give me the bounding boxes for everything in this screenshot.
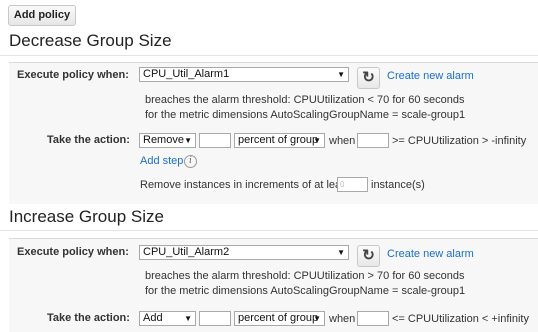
step-condition-text: <= CPUUtilization < +infinity [392, 313, 529, 325]
increment-prefix-text: Remove instances in increments of at lea… [140, 179, 350, 191]
action-type-value: Remove [143, 134, 184, 146]
alarm-select[interactable]: CPU_Util_Alarm2 ▼ [139, 245, 349, 260]
lower-bound-input[interactable] [357, 133, 389, 148]
adjustment-unit-select[interactable]: percent of group ▼ [234, 311, 325, 326]
info-icon: i [184, 155, 197, 168]
metric-dimensions-text: for the metric dimensions AutoScalingGro… [145, 285, 466, 297]
refresh-alarms-button[interactable]: ↻ [357, 245, 380, 267]
divider [0, 55, 538, 56]
chevron-down-icon: ▼ [184, 136, 192, 145]
add-step-link[interactable]: Add step [140, 155, 183, 167]
create-new-alarm-link[interactable]: Create new alarm [387, 248, 474, 260]
adjustment-input[interactable] [199, 133, 231, 148]
alarm-select-value: CPU_Util_Alarm1 [143, 68, 230, 80]
chevron-down-icon: ▼ [184, 314, 192, 323]
chevron-down-icon: ▼ [313, 136, 321, 145]
divider [0, 230, 538, 231]
action-type-select[interactable]: Remove ▼ [139, 133, 196, 148]
execute-policy-label: Execute policy when: [17, 69, 129, 81]
adjustment-unit-value: percent of group [238, 134, 319, 146]
decrease-section-title: Decrease Group Size [9, 31, 172, 50]
alarm-select[interactable]: CPU_Util_Alarm1 ▼ [139, 67, 349, 82]
adjustment-unit-select[interactable]: percent of group ▼ [234, 133, 325, 148]
upper-bound-input[interactable] [357, 311, 389, 326]
increase-section-title: Increase Group Size [9, 207, 164, 226]
add-policy-button[interactable]: Add policy [8, 5, 76, 26]
when-text: when [329, 135, 356, 147]
action-type-select[interactable]: Add ▼ [139, 311, 196, 326]
take-action-label: Take the action: [47, 312, 130, 324]
adjustment-unit-value: percent of group [238, 312, 319, 324]
chevron-down-icon: ▼ [337, 70, 345, 79]
step-condition-text: >= CPUUtilization > -infinity [392, 135, 527, 147]
refresh-icon: ↻ [362, 247, 375, 264]
take-action-label: Take the action: [47, 134, 130, 146]
chevron-down-icon: ▼ [313, 314, 321, 323]
alarm-threshold-text: breaches the alarm threshold: CPUUtiliza… [145, 270, 465, 282]
adjustment-input[interactable] [199, 311, 231, 326]
execute-policy-label: Execute policy when: [17, 246, 129, 258]
metric-dimensions-text: for the metric dimensions AutoScalingGro… [145, 109, 466, 121]
refresh-alarms-button[interactable]: ↻ [357, 67, 380, 89]
increment-input[interactable]: 0 [337, 177, 368, 192]
refresh-icon: ↻ [362, 69, 375, 86]
when-text: when [329, 313, 356, 325]
action-type-value: Add [143, 312, 163, 324]
increment-suffix-text: instance(s) [371, 179, 425, 191]
alarm-threshold-text: breaches the alarm threshold: CPUUtiliza… [145, 94, 465, 106]
add-step-info[interactable]: i [184, 154, 197, 168]
create-new-alarm-link[interactable]: Create new alarm [387, 70, 474, 82]
chevron-down-icon: ▼ [337, 248, 345, 257]
alarm-select-value: CPU_Util_Alarm2 [143, 246, 230, 258]
